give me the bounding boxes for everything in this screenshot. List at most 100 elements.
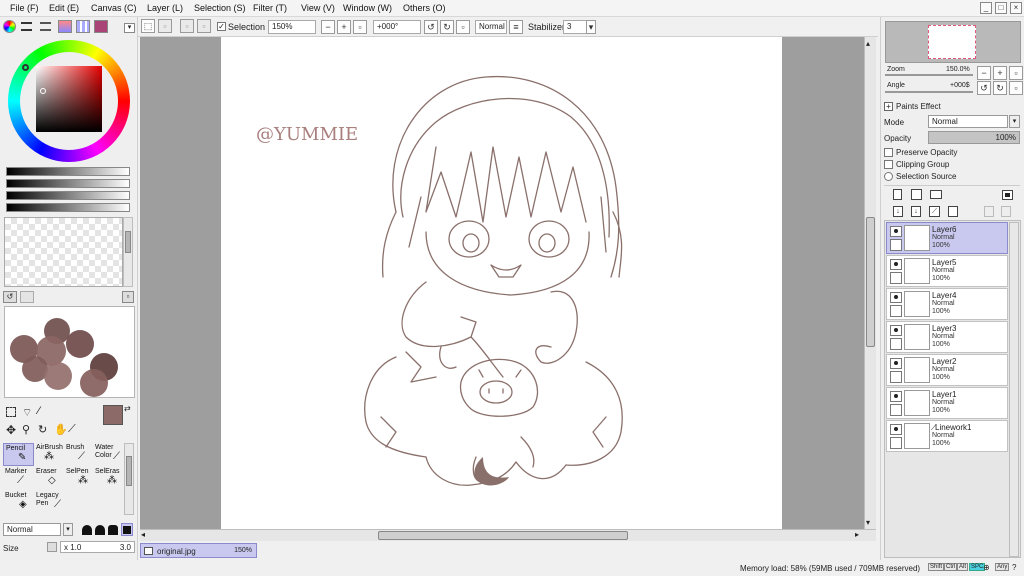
layer-row[interactable]: Layer5 Normal 100% (886, 255, 1008, 287)
minimize-button[interactable]: _ (980, 2, 992, 14)
tool-airbrush[interactable]: AirBrush ⁂ (34, 443, 65, 466)
layer-mode-select[interactable]: Normal (928, 115, 1008, 128)
nav-zoom-reset-icon[interactable]: ▫ (1009, 66, 1023, 80)
merge-down-icon[interactable]: ↓ (911, 206, 921, 217)
eye-icon[interactable] (890, 226, 902, 237)
move-icon[interactable]: ✥ (6, 423, 16, 437)
tools-scrollbar[interactable] (124, 443, 134, 515)
nav-zoom-in-icon[interactable]: + (993, 66, 1007, 80)
rotation-field[interactable]: +000° (373, 20, 421, 34)
new-folder-icon[interactable] (930, 190, 942, 199)
edge-soft-icon[interactable] (82, 525, 92, 535)
menu-file[interactable]: File (F) (10, 3, 39, 13)
layer-row[interactable]: Linework1 ⟋ Normal 100% (886, 420, 1008, 452)
opacity-slider[interactable]: 100% (928, 131, 1020, 144)
lock-toggle[interactable] (890, 305, 902, 317)
zoom-tool-icon[interactable]: ⚲ (22, 423, 30, 436)
layer-row[interactable]: Layer1 Normal 100% (886, 387, 1008, 419)
angle-slider[interactable] (885, 91, 973, 93)
size-field[interactable]: x 1.0 3.0 (60, 541, 135, 553)
scroll-up-icon[interactable]: ▴ (866, 39, 870, 48)
layer-row[interactable]: Layer4 Normal 100% (886, 288, 1008, 320)
chevron-down-icon[interactable]: ▾ (1009, 115, 1020, 128)
deselect-icon[interactable]: ⬚ (141, 19, 155, 33)
panel-menu-icon[interactable]: ▾ (124, 23, 135, 33)
tool-pencil[interactable]: Pencil ✎ (3, 443, 34, 466)
navigator-preview[interactable] (885, 21, 1021, 63)
tool-bucket[interactable]: Bucket ◈ (3, 491, 34, 514)
primary-color-swatch[interactable] (103, 405, 123, 425)
swatch-tab-icon[interactable] (76, 20, 90, 33)
clear-layer-icon[interactable]: ⟋ (929, 206, 940, 217)
tool-watercolor[interactable]: Water Color ⟋ (93, 443, 123, 466)
size-lock-icon[interactable] (47, 542, 57, 552)
close-button[interactable]: × (1010, 2, 1022, 14)
rotate-tool-icon[interactable]: ↻ (38, 423, 47, 436)
transfer-down-icon[interactable]: ↓ (893, 206, 903, 217)
zoom-slider[interactable] (885, 74, 973, 76)
transform-icon[interactable]: ▫ (180, 19, 194, 33)
selection-source-radio[interactable] (884, 172, 893, 181)
menu-window[interactable]: Window (W) (343, 3, 392, 13)
color-slider-4[interactable] (6, 203, 130, 212)
edge-square-icon[interactable] (121, 523, 133, 536)
lock-toggle[interactable] (890, 371, 902, 383)
eye-icon[interactable] (890, 358, 902, 369)
tool-brush[interactable]: Brush ⟋ (64, 443, 95, 466)
color-slider-3[interactable] (6, 191, 130, 200)
zoom-field[interactable]: 150% (268, 20, 316, 34)
magic-wand-icon[interactable]: ⁄ (38, 405, 40, 417)
zoom-in-icon[interactable]: + (337, 20, 351, 34)
rgb-slider-tab-icon[interactable] (21, 22, 32, 31)
eye-icon[interactable] (890, 391, 902, 402)
scroll-down-icon[interactable]: ▾ (866, 518, 870, 527)
menu-others[interactable]: Others (O) (403, 3, 446, 13)
swatch-grid[interactable] (4, 217, 123, 287)
edge-hard-icon[interactable] (108, 525, 118, 535)
layer-copy-icon[interactable] (984, 206, 994, 217)
blend-mode-field[interactable]: Normal (475, 20, 507, 34)
swap-colors-icon[interactable]: ⇄ (124, 404, 131, 413)
scroll-left-icon[interactable]: ◂ (141, 530, 145, 539)
menu-view[interactable]: View (V) (301, 3, 335, 13)
nav-zoom-out-icon[interactable]: − (977, 66, 991, 80)
layer-row[interactable]: Layer3 Normal 100% (886, 321, 1008, 353)
nav-rotate-right-icon[interactable]: ↻ (993, 81, 1007, 95)
lock-toggle[interactable] (890, 437, 902, 449)
zoom-reset-icon[interactable]: ▫ (353, 20, 367, 34)
zoom-out-icon[interactable]: − (321, 20, 335, 34)
lock-toggle[interactable] (890, 404, 902, 416)
scroll-right-icon[interactable]: ▸ (855, 530, 859, 539)
eye-icon[interactable] (890, 259, 902, 270)
tool-marker[interactable]: Marker ⟋ (3, 467, 34, 490)
rect-select-icon[interactable] (6, 407, 16, 417)
layer-menu-icon[interactable] (1002, 190, 1013, 200)
lock-toggle[interactable] (890, 338, 902, 350)
eyedropper-icon[interactable]: ⟋ (68, 423, 76, 436)
tool-eraser[interactable]: Eraser ◇ (34, 467, 65, 490)
canvas-vertical-scrollbar[interactable] (864, 37, 876, 529)
menu-edit[interactable]: Edit (E) (49, 3, 79, 13)
chevron-down-icon[interactable]: ▾ (586, 20, 596, 34)
hue-marker[interactable] (22, 64, 29, 71)
nav-rotate-reset-icon[interactable]: ▫ (1009, 81, 1023, 95)
layer-row[interactable]: Layer6 Normal 100% (886, 222, 1008, 254)
new-linework-layer-icon[interactable] (911, 189, 922, 200)
lasso-icon[interactable]: ⌔ (22, 406, 32, 420)
lock-toggle[interactable] (890, 272, 902, 284)
tool-legacy-pen[interactable]: Legacy Pen ⟋ (34, 491, 64, 514)
restore-button[interactable]: □ (995, 2, 1007, 14)
menu-filter[interactable]: Filter (T) (253, 3, 287, 13)
eye-icon[interactable] (890, 325, 902, 336)
rotate-left-icon[interactable]: ↺ (424, 20, 438, 34)
color-slider-1[interactable] (6, 167, 130, 176)
hsv-slider-tab-icon[interactable] (40, 22, 51, 31)
rotate-right-icon[interactable]: ↻ (440, 20, 454, 34)
eye-icon[interactable] (890, 292, 902, 303)
color-slider-2[interactable] (6, 179, 130, 188)
hand-icon[interactable]: ✋ (54, 423, 68, 436)
new-layer-icon[interactable] (893, 189, 902, 200)
preserve-opacity-checkbox[interactable] (884, 148, 893, 157)
pencil-icon[interactable] (890, 239, 902, 251)
invert-selection-icon[interactable]: ▫ (158, 19, 172, 33)
